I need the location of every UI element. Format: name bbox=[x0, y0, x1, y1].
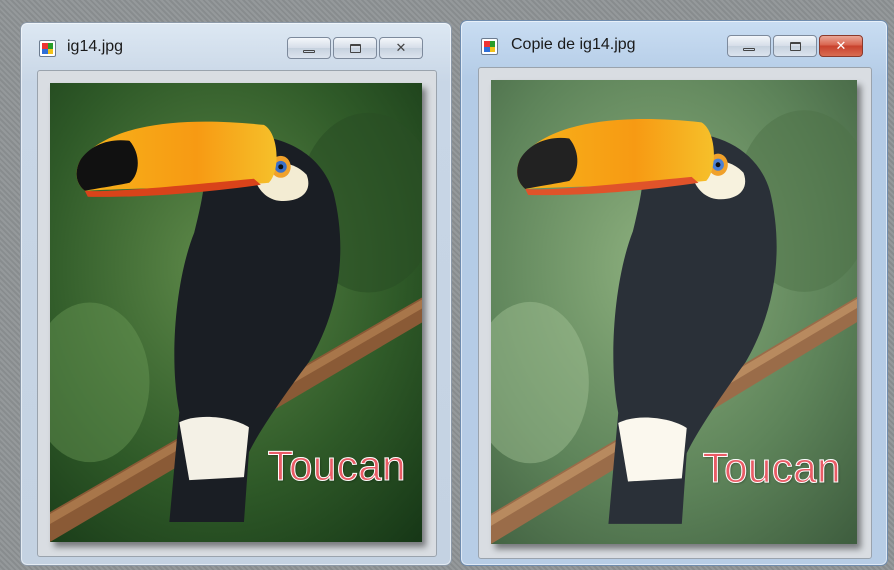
minimize-button[interactable] bbox=[287, 37, 331, 59]
maximize-button[interactable] bbox=[333, 37, 377, 59]
close-icon: ✕ bbox=[395, 40, 407, 56]
minimize-icon bbox=[303, 49, 315, 53]
image-window-copy[interactable]: Copie de ig14.jpg ✕ Toucan bbox=[460, 20, 888, 566]
window-title: ig14.jpg bbox=[67, 38, 124, 55]
close-button[interactable]: ✕ bbox=[379, 37, 423, 59]
image-frame: Toucan bbox=[37, 70, 437, 557]
image-file-icon[interactable] bbox=[39, 40, 56, 57]
maximize-icon bbox=[349, 43, 361, 53]
close-button[interactable]: ✕ bbox=[819, 35, 863, 57]
image-caption: Toucan bbox=[267, 442, 406, 490]
image-frame: Toucan bbox=[478, 67, 872, 559]
maximize-icon bbox=[789, 41, 801, 51]
image-caption: Toucan bbox=[702, 444, 841, 492]
image-window-original[interactable]: ig14.jpg ✕ Toucan bbox=[20, 22, 452, 566]
window-title: Copie de ig14.jpg bbox=[511, 36, 636, 53]
window-controls: ✕ bbox=[727, 35, 863, 57]
maximize-button[interactable] bbox=[773, 35, 817, 57]
close-icon: ✕ bbox=[835, 38, 847, 54]
minimize-button[interactable] bbox=[727, 35, 771, 57]
title-bar[interactable]: Copie de ig14.jpg ✕ bbox=[461, 21, 887, 67]
title-bar[interactable]: ig14.jpg ✕ bbox=[21, 23, 451, 69]
window-controls: ✕ bbox=[287, 37, 423, 59]
image-file-icon[interactable] bbox=[481, 38, 498, 55]
image-canvas[interactable]: Toucan bbox=[50, 83, 422, 542]
image-canvas[interactable]: Toucan bbox=[491, 80, 857, 544]
minimize-icon bbox=[743, 47, 755, 51]
